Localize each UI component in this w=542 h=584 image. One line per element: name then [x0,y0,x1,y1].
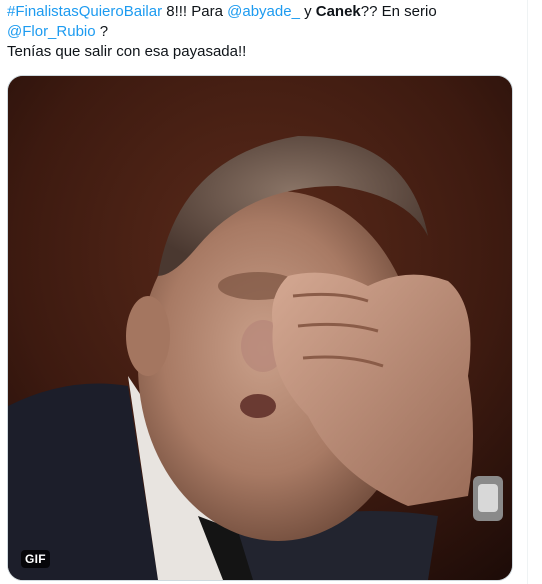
tweet-text: #FinalistasQuieroBailar 8!!! Para @abyad… [7,2,527,62]
gif-frame-image [8,76,512,580]
tweet-text-segment: 8!!! Para [162,3,228,20]
tweet-line-3: Tenías que salir con esa payasada!! [7,43,247,60]
mention-link-flor-rubio[interactable]: @Flor_Rubio [7,23,96,40]
hashtag-link[interactable]: #FinalistasQuieroBailar [7,3,162,20]
tweet-text-segment: y [299,3,316,20]
tweet-card: #FinalistasQuieroBailar 8!!! Para @abyad… [0,0,542,584]
gif-badge-icon: GIF [21,550,50,568]
bold-name: Canek [315,3,361,20]
tweet-text-segment: ?? En serio [360,3,437,20]
right-edge-divider [527,0,542,584]
tweet-text-segment: ? [95,23,109,40]
tweet-line-2: @Flor_Rubio ? [7,22,527,42]
tweet-line-1: #FinalistasQuieroBailar 8!!! Para @abyad… [7,2,527,22]
gif-media[interactable]: GIF [7,75,513,581]
mention-link-abyade[interactable]: @abyade_ [227,3,300,20]
